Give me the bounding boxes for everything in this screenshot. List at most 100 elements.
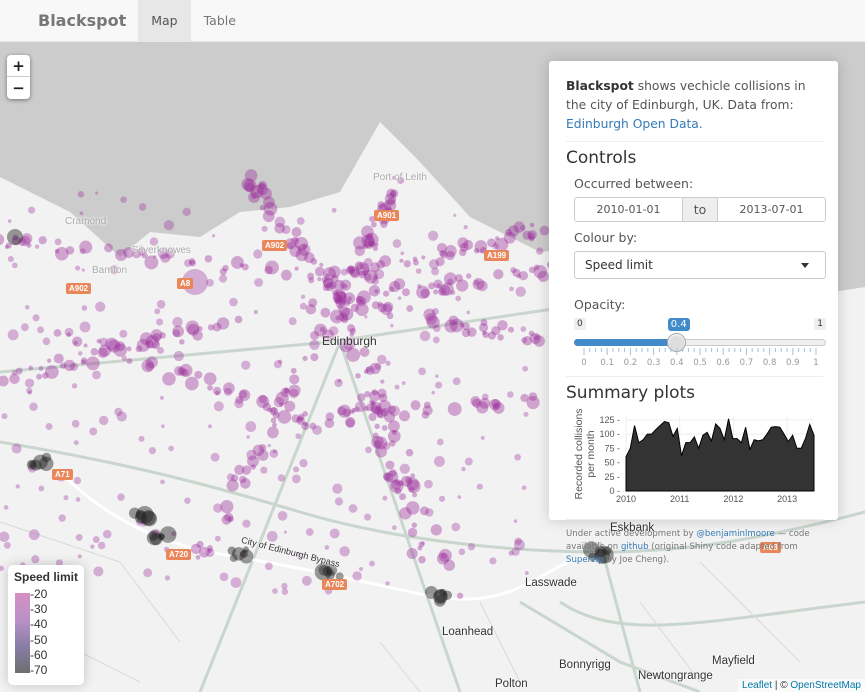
place-label: Polton xyxy=(495,678,528,690)
collision-dot xyxy=(0,565,4,571)
collision-dot xyxy=(436,283,442,289)
collision-dot xyxy=(37,326,44,334)
collision-dot xyxy=(430,524,442,536)
collision-dot xyxy=(466,310,471,315)
collision-dot xyxy=(90,544,95,549)
zoom-in-button[interactable]: + xyxy=(7,55,30,77)
collision-dot xyxy=(182,207,191,217)
collision-dot xyxy=(390,323,394,328)
collision-dot xyxy=(230,577,242,588)
collision-dot xyxy=(219,572,229,582)
collision-dot xyxy=(99,337,109,347)
collision-dot xyxy=(459,248,467,257)
colour-by-select[interactable]: Speed limit xyxy=(574,251,826,279)
collision-dot xyxy=(64,327,74,337)
opacity-slider[interactable]: 0 1 0.4 0 0.1 0.2 0.3 0.4 0.5 0.6 0.7 0.8 0.9 1 xyxy=(574,318,826,374)
collision-dot xyxy=(487,331,496,340)
collision-dot xyxy=(528,266,536,274)
collision-dot xyxy=(222,264,229,272)
collision-dot xyxy=(412,256,418,262)
collision-dot xyxy=(143,568,153,578)
y-tick-label: 125 - xyxy=(599,415,620,425)
collision-dot xyxy=(156,318,164,326)
collision-dot xyxy=(332,483,343,494)
collision-dot xyxy=(354,401,366,412)
y-tick-label: 75 - xyxy=(604,443,620,453)
collision-dot xyxy=(431,390,436,395)
collision-dot xyxy=(28,365,34,371)
slider-tick-label: 0.6 xyxy=(716,358,730,368)
collision-dot xyxy=(162,372,176,386)
collision-dot xyxy=(371,301,380,310)
place-label: Bonnyrigg xyxy=(559,659,611,671)
collision-dot xyxy=(195,555,201,560)
collision-dot xyxy=(482,330,487,335)
x-tick-label: 2013 xyxy=(777,494,797,504)
collision-dot xyxy=(213,503,223,513)
collision-dot xyxy=(148,447,157,455)
author-link[interactable]: @benjaminlmoore xyxy=(696,529,775,539)
collision-dot xyxy=(31,555,40,564)
collision-dot xyxy=(81,305,88,311)
date-end-input[interactable]: 2013-07-01 xyxy=(717,197,826,222)
collision-dot xyxy=(54,248,60,254)
collision-dot xyxy=(425,508,434,517)
collision-dot xyxy=(277,474,286,482)
collision-dot xyxy=(28,206,36,214)
place-label: Newtongrange xyxy=(638,670,713,682)
slider-grid xyxy=(583,348,817,355)
collision-dot xyxy=(54,238,62,246)
collision-dot xyxy=(214,535,221,542)
collision-dot xyxy=(412,492,418,498)
colour-by-value: Speed limit xyxy=(585,258,653,272)
collision-dot xyxy=(358,566,364,572)
collision-dot xyxy=(79,321,91,333)
tab-map[interactable]: Map xyxy=(138,0,191,41)
osm-link[interactable]: OpenStreetMap xyxy=(790,680,861,691)
zoom-out-button[interactable]: − xyxy=(7,77,30,99)
collision-dot xyxy=(370,404,381,415)
collision-dot xyxy=(92,370,101,380)
collision-dot xyxy=(90,347,99,356)
collision-dot xyxy=(401,288,410,297)
collision-dot xyxy=(510,267,517,274)
superzip-link[interactable]: Superzip xyxy=(566,555,604,565)
collision-dot xyxy=(382,442,391,450)
collision-dot xyxy=(529,222,535,228)
collision-dot xyxy=(363,257,373,267)
collision-dot xyxy=(95,191,99,195)
collision-dot xyxy=(411,522,418,528)
collision-dot xyxy=(79,248,86,255)
legend-tick: -50 xyxy=(30,632,48,647)
collision-dot xyxy=(343,292,356,305)
collision-dot xyxy=(258,394,268,404)
collision-dot xyxy=(310,353,319,362)
collision-dot xyxy=(451,522,461,532)
collision-dot xyxy=(159,395,164,400)
collision-dot xyxy=(20,323,29,332)
collision-dot xyxy=(86,356,100,371)
leaflet-link[interactable]: Leaflet xyxy=(742,680,772,691)
tab-table[interactable]: Table xyxy=(191,0,249,41)
collision-dot xyxy=(440,552,447,559)
legend-tick: -30 xyxy=(30,602,48,617)
collision-dot xyxy=(452,377,461,386)
collision-dot xyxy=(319,262,324,267)
github-link[interactable]: github xyxy=(621,542,649,552)
collision-dot xyxy=(0,375,9,387)
slider-tick-label: 0.4 xyxy=(670,358,684,368)
brand[interactable]: Blackspot xyxy=(0,0,138,41)
collision-dot xyxy=(386,188,397,199)
collision-dot xyxy=(138,203,147,211)
collision-dot xyxy=(308,277,315,284)
collision-dot xyxy=(71,336,83,347)
collision-dot xyxy=(24,305,30,310)
collision-dot xyxy=(7,219,12,223)
collision-dot xyxy=(267,426,279,439)
collision-dot xyxy=(476,483,483,490)
date-start-input[interactable]: 2010-01-01 xyxy=(574,197,683,222)
open-data-link[interactable]: Edinburgh Open Data. xyxy=(566,117,703,131)
slider-tick-labels: 0 0.1 0.2 0.3 0.4 0.5 0.6 0.7 0.8 0.9 1 xyxy=(574,358,826,370)
collision-dot xyxy=(299,302,307,310)
collisions-area xyxy=(625,418,815,492)
